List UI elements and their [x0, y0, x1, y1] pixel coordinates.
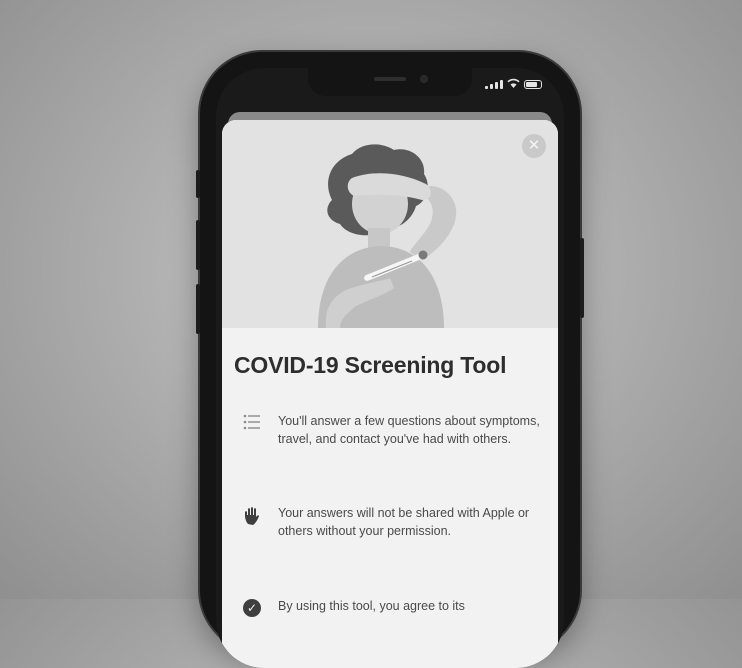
- power-button: [580, 238, 584, 318]
- page-title: COVID-19 Screening Tool: [234, 352, 507, 378]
- front-camera: [420, 75, 428, 83]
- status-bar: [485, 78, 542, 89]
- info-row-text: You'll answer a few questions about symp…: [278, 414, 540, 446]
- checkmark-circle-icon: ✓: [234, 597, 270, 617]
- wifi-icon: [507, 78, 520, 89]
- volume-up-button: [196, 220, 200, 270]
- person-with-thermometer-illustration: [318, 144, 457, 328]
- info-row-text: Your answers will not be shared with App…: [278, 506, 530, 538]
- phone-screen: ✕ COVID-19 Screening Tool You'll answer …: [216, 68, 564, 668]
- speaker-grille: [374, 77, 406, 81]
- phone-device: ✕ COVID-19 Screening Tool You'll answer …: [196, 52, 584, 668]
- list-icon: [234, 412, 270, 448]
- info-row-terms: ✓ By using this tool, you agree to its: [234, 597, 550, 617]
- info-row-questions: You'll answer a few questions about symp…: [234, 412, 550, 448]
- hand-icon: [234, 504, 270, 540]
- close-icon[interactable]: ✕: [522, 134, 546, 158]
- info-row-text: By using this tool, you agree to its: [278, 599, 465, 613]
- hero-illustration-area: [222, 120, 558, 328]
- battery-icon: [524, 80, 542, 89]
- info-row-privacy: Your answers will not be shared with App…: [234, 504, 550, 540]
- cellular-signal-icon: [485, 80, 503, 89]
- volume-down-button: [196, 284, 200, 334]
- screening-tool-sheet: ✕ COVID-19 Screening Tool You'll answer …: [222, 120, 558, 668]
- notch: [308, 68, 472, 96]
- mute-switch: [196, 170, 200, 198]
